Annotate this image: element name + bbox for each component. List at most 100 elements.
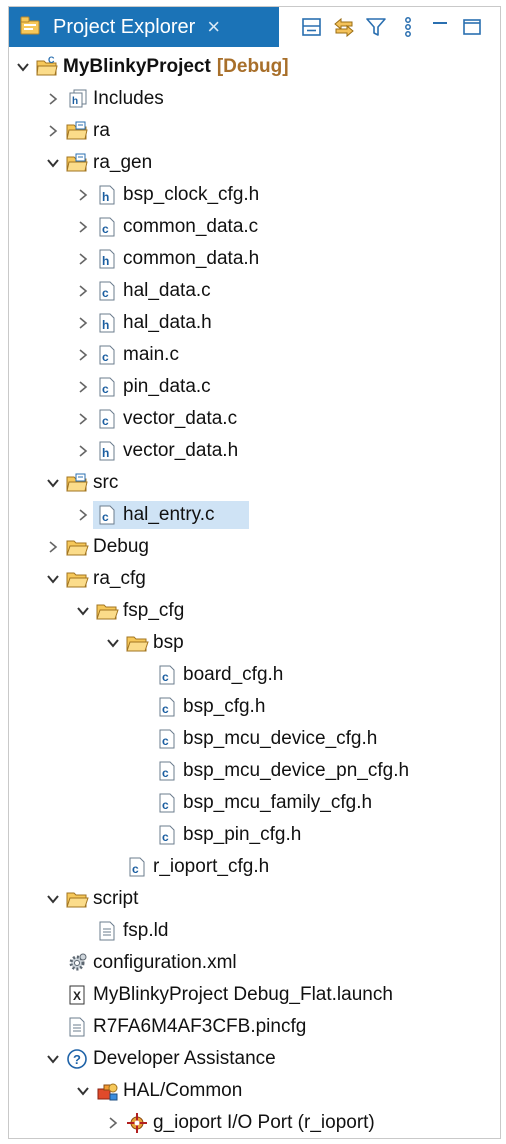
chevron-right-icon[interactable] <box>75 507 91 523</box>
chevron-down-icon[interactable] <box>45 155 61 171</box>
svg-text:c: c <box>162 702 169 716</box>
port-icon <box>125 1112 149 1134</box>
tree-item[interactable]: c bsp_mcu_device_pn_cfg.h <box>9 755 500 787</box>
chevron-down-icon[interactable] <box>45 1051 61 1067</box>
tree-item-label: common_data.c <box>123 216 259 237</box>
tree-item[interactable]: c hal_entry.c <box>9 499 500 531</box>
c-file-icon: c <box>95 280 119 302</box>
folder-icon <box>65 536 89 558</box>
chevron-down-icon[interactable] <box>45 571 61 587</box>
tree-item[interactable]: h vector_data.h <box>9 435 500 467</box>
tree-item[interactable]: c bsp_mcu_family_cfg.h <box>9 787 500 819</box>
link-with-editor-icon[interactable] <box>329 12 359 42</box>
chevron-right-icon[interactable] <box>75 251 91 267</box>
tree-item-label: ra_cfg <box>93 568 146 589</box>
chevron-right-icon[interactable] <box>45 123 61 139</box>
tree-item[interactable]: R7FA6M4AF3CFB.pincfg <box>9 1011 500 1043</box>
tree-item[interactable]: g_ioport I/O Port (r_ioport) <box>9 1107 500 1138</box>
tree-item-label: fsp.ld <box>123 920 169 941</box>
text-file-icon <box>95 920 119 942</box>
tree-item-label: ra_gen <box>93 152 153 173</box>
chevron-right-icon[interactable] <box>45 539 61 555</box>
chevron-right-icon[interactable] <box>75 219 91 235</box>
h-file-icon: h <box>95 440 119 462</box>
tree-item[interactable]: ? Developer Assistance <box>9 1043 500 1075</box>
svg-text:c: c <box>162 766 169 780</box>
svg-text:c: c <box>132 862 139 876</box>
tree-item[interactable]: fsp_cfg <box>9 595 500 627</box>
chevron-down-icon[interactable] <box>45 891 61 907</box>
tree-item[interactable]: c bsp_mcu_device_cfg.h <box>9 723 500 755</box>
tree-item[interactable]: h bsp_clock_cfg.h <box>9 179 500 211</box>
c-file-icon: c <box>95 504 119 526</box>
tree-item-label: ra <box>93 120 110 141</box>
source-folder-icon <box>65 472 89 494</box>
svg-text:?: ? <box>73 1052 81 1067</box>
tree-item-label: R7FA6M4AF3CFB.pincfg <box>93 1016 307 1037</box>
chevron-down-icon[interactable] <box>75 1083 91 1099</box>
c-file-icon: c <box>95 216 119 238</box>
tree-item[interactable]: c bsp_cfg.h <box>9 691 500 723</box>
chevron-down-icon[interactable] <box>45 475 61 491</box>
tree-item[interactable]: c board_cfg.h <box>9 659 500 691</box>
tree-item-label: Includes <box>93 88 164 109</box>
close-icon[interactable]: × <box>207 16 220 38</box>
chevron-right-icon[interactable] <box>75 379 91 395</box>
chevron-down-icon[interactable] <box>15 59 31 75</box>
project-explorer-tab[interactable]: Project Explorer × <box>9 7 279 47</box>
chevron-down-icon[interactable] <box>105 635 121 651</box>
tree-item[interactable]: HAL/Common <box>9 1075 500 1107</box>
tree-item[interactable]: C MyBlinkyProject [Debug] <box>9 51 500 83</box>
tree-item[interactable]: ra_gen <box>9 147 500 179</box>
tree-item[interactable]: X MyBlinkyProject Debug_Flat.launch <box>9 979 500 1011</box>
chevron-right-icon[interactable] <box>75 443 91 459</box>
tree-item[interactable]: c hal_data.c <box>9 275 500 307</box>
chevron-right-icon[interactable] <box>75 411 91 427</box>
tree-item[interactable]: src <box>9 467 500 499</box>
c-file-icon: c <box>95 344 119 366</box>
chevron-down-icon[interactable] <box>75 603 91 619</box>
tree-item[interactable]: c bsp_pin_cfg.h <box>9 819 500 851</box>
tree-item[interactable]: c common_data.c <box>9 211 500 243</box>
minimize-icon[interactable] <box>425 12 455 42</box>
tree-item[interactable]: Debug <box>9 531 500 563</box>
maximize-icon[interactable] <box>457 12 487 42</box>
tree-item-label: bsp_cfg.h <box>183 696 266 717</box>
svg-text:h: h <box>102 318 109 332</box>
svg-text:c: c <box>102 350 109 364</box>
chevron-right-icon[interactable] <box>75 347 91 363</box>
tree-item-label: script <box>93 888 139 909</box>
tree-item[interactable]: ra <box>9 115 500 147</box>
tree-item[interactable]: h Includes <box>9 83 500 115</box>
chevron-right-icon[interactable] <box>75 315 91 331</box>
tree-item[interactable]: script <box>9 883 500 915</box>
project-explorer-panel: Project Explorer × C MyBlinkyProject [De… <box>8 6 501 1139</box>
project-icon: C <box>35 56 59 78</box>
tree-item[interactable]: c main.c <box>9 339 500 371</box>
tree-item[interactable]: configuration.xml <box>9 947 500 979</box>
svg-text:c: c <box>102 286 109 300</box>
tree-item[interactable]: ra_cfg <box>9 563 500 595</box>
tree-item-label: hal_data.c <box>123 280 211 301</box>
tree-item[interactable]: c vector_data.c <box>9 403 500 435</box>
launch-file-icon: X <box>65 984 89 1006</box>
filter-icon[interactable] <box>361 12 391 42</box>
chevron-right-icon[interactable] <box>75 283 91 299</box>
tree-item[interactable]: c pin_data.c <box>9 371 500 403</box>
folder-icon <box>125 632 149 654</box>
tree-item[interactable]: bsp <box>9 627 500 659</box>
chevron-right-icon[interactable] <box>45 91 61 107</box>
tree-item[interactable]: h common_data.h <box>9 243 500 275</box>
tree-item[interactable]: h hal_data.h <box>9 307 500 339</box>
project-explorer-icon <box>19 14 43 41</box>
view-menu-icon[interactable] <box>393 12 423 42</box>
chevron-right-icon[interactable] <box>75 187 91 203</box>
tree-item[interactable]: fsp.ld <box>9 915 500 947</box>
chevron-right-icon[interactable] <box>105 1115 121 1131</box>
collapse-all-icon[interactable] <box>297 12 327 42</box>
tree-item-label: bsp <box>153 632 184 653</box>
module-icon <box>95 1080 119 1102</box>
tree-item-label: src <box>93 472 119 493</box>
tree-item[interactable]: c r_ioport_cfg.h <box>9 851 500 883</box>
tree-item-label: bsp_mcu_device_cfg.h <box>183 728 378 749</box>
